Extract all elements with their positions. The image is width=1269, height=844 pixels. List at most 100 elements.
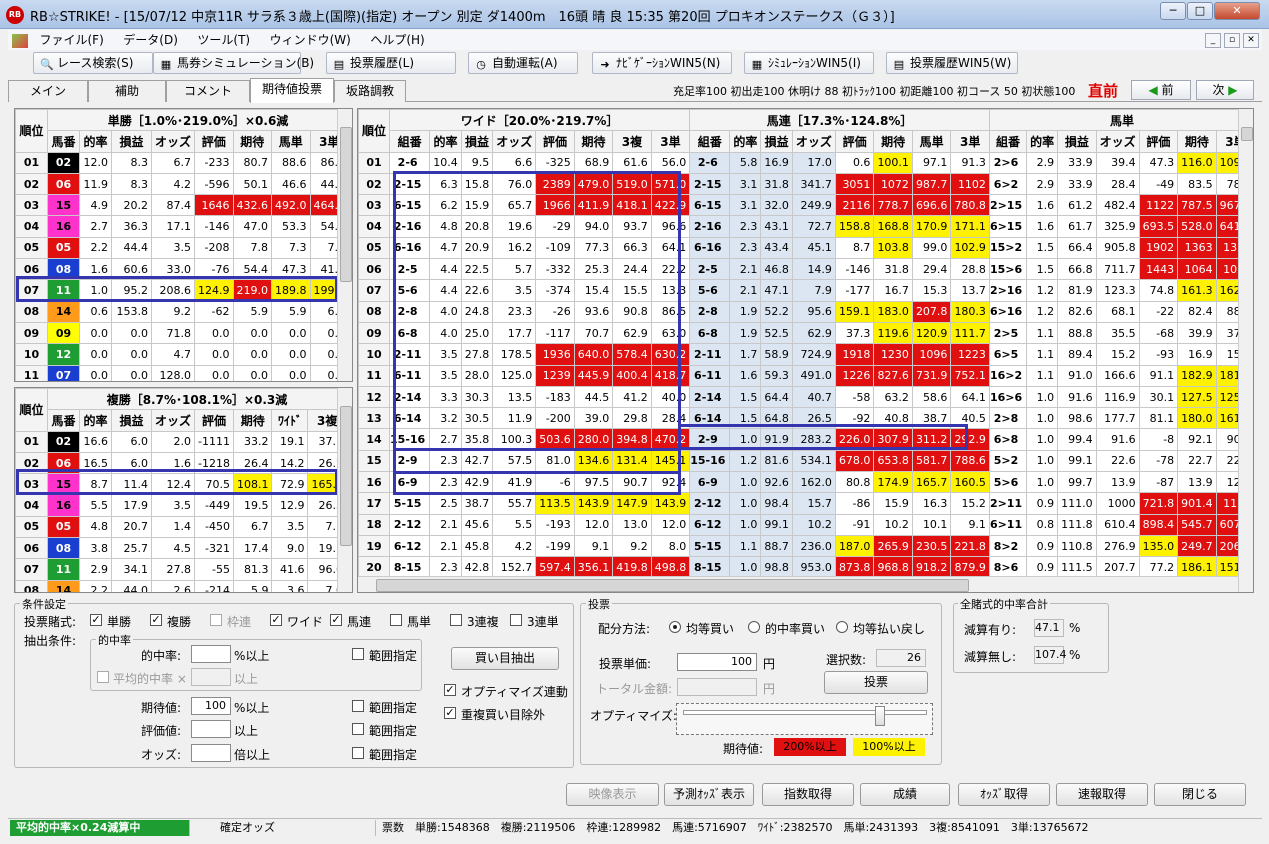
vote-button[interactable]: 投票 — [824, 671, 928, 694]
alloc-equal-payout-radio[interactable] — [836, 621, 848, 633]
column-header[interactable]: 評価 — [194, 409, 234, 432]
bet-type-checkbox[interactable]: ✓ — [270, 614, 282, 626]
table-row[interactable]: 17 5-15 2.5 38.7 55.7 113.5 143.9 147.9 143.9 2-1… — [358, 492, 1253, 515]
optimize-slider-track[interactable] — [676, 703, 933, 735]
column-header[interactable]: 期待 — [232, 130, 273, 153]
table-row[interactable]: 05 6-16 4.7 20.9 16.2 -109 77.3 66.3 64.1 6-16 2.3… — [358, 236, 1253, 260]
column-header[interactable]: オッズ — [150, 409, 196, 432]
ticket-simulation-button[interactable]: ▦ 馬券シミュレーション(B) — [153, 52, 314, 74]
vote-history-button[interactable]: ▤ 投票履歴(L) — [326, 52, 456, 74]
column-header[interactable]: 的率 — [1026, 130, 1059, 153]
mdi-minimize-button[interactable]: _ — [1205, 33, 1221, 48]
table-row[interactable]: 15 2-9 2.3 42.7 57.5 81.0 134.6 131.4 145.1 15-16… — [358, 449, 1253, 473]
column-header[interactable]: オッズ — [492, 130, 537, 153]
optimize-slider-thumb[interactable] — [875, 706, 885, 726]
win-table-scrollbar[interactable] — [337, 109, 352, 381]
navigation-win5-button[interactable]: ➜ ﾅﾋﾞｹﾞｰｼｮﾝWIN5(N) — [592, 52, 732, 74]
combination-vertical-scrollbar[interactable] — [1238, 109, 1253, 592]
table-row[interactable]: 03 15 4.9 20.2 87.4 1646 432.6 492.0 464.6 — [15, 194, 350, 217]
predicted-odds-button[interactable]: 予測ｵｯｽﾞ表示 — [664, 783, 754, 806]
table-row[interactable]: 02 06 16.5 6.0 1.6 -1218 26.4 14.2 26.7 — [15, 451, 347, 475]
column-header[interactable]: 馬番 — [47, 130, 80, 153]
column-header[interactable]: 組番 — [389, 130, 431, 153]
mdi-close-button[interactable]: ✕ — [1243, 33, 1259, 48]
column-header[interactable]: 馬番 — [47, 409, 80, 432]
menu-window[interactable]: ウィンドウ(W) — [262, 30, 359, 50]
table-row[interactable]: 02 06 11.9 8.3 4.2 -596 50.1 46.6 44.5 — [15, 172, 350, 196]
column-header[interactable]: 馬単 — [911, 130, 952, 153]
expect-input[interactable]: 100 — [191, 697, 231, 715]
table-row[interactable]: 01 2-6 10.4 9.5 6.6 -325 68.9 61.6 56.0 2-6 5.8 16.… — [358, 151, 1253, 174]
place-table-scrollbar[interactable] — [337, 388, 352, 592]
dedupe-checkbox[interactable]: ✓ — [444, 707, 456, 719]
vote-history-win5-button[interactable]: ▤ 投票履歴WIN5(W) — [886, 52, 1018, 74]
get-index-button[interactable]: 指数取得 — [762, 783, 854, 806]
table-row[interactable]: 04 2-16 4.8 20.8 19.6 -29 94.0 93.7 96.6 2-16 2.3 4… — [358, 215, 1253, 238]
table-row[interactable]: 01 02 12.0 8.3 6.7 -233 80.7 88.6 86.3 — [15, 151, 350, 174]
column-header[interactable]: 期待 — [232, 409, 273, 432]
column-header[interactable]: オッズ — [791, 130, 836, 153]
table-row[interactable]: 04 16 5.5 17.9 3.5 -449 19.5 12.9 26.5 — [15, 494, 347, 517]
table-row[interactable]: 06 2-5 4.4 22.5 5.7 -332 25.3 24.4 22.2 2-5 2.1 46.… — [358, 258, 1253, 281]
alloc-hitrate-radio[interactable] — [748, 621, 760, 633]
column-header[interactable]: 損益 — [111, 130, 152, 153]
table-row[interactable]: 05052.244.43.5-2087.87.37.0 — [15, 236, 350, 260]
mdi-restore-button[interactable]: ▫ — [1224, 33, 1240, 48]
table-row[interactable]: 04 16 2.7 36.3 17.1 -146 47.0 53.3 54.5 — [15, 215, 350, 238]
avg-hit-checkbox[interactable] — [97, 671, 109, 683]
column-header[interactable]: 馬単 — [271, 130, 311, 153]
table-row[interactable]: 07 5-6 4.4 22.6 3.5 -374 15.4 15.5 13.3 5-6 2.1 47.… — [358, 279, 1253, 302]
get-odds-button[interactable]: ｵｯｽﾞ取得 — [958, 783, 1050, 806]
table-row[interactable]: 07 11 1.0 95.2 208.6 124.9 219.0 189.8 199.9 — [15, 279, 350, 302]
table-row[interactable]: 06 08 1.6 60.6 33.0 -76 54.4 47.3 41.3 — [15, 258, 350, 281]
app-menu-icon[interactable] — [12, 34, 28, 48]
column-header[interactable]: オッズ — [1095, 130, 1140, 153]
tab-support[interactable]: 補助 — [88, 80, 166, 102]
table-row[interactable]: 19 6-12 2.1 45.8 4.2 -199 9.1 9.2 8.0 5-15 1.1 88.7… — [358, 534, 1253, 558]
expect-range-checkbox[interactable] — [352, 700, 364, 712]
bet-type-checkbox[interactable] — [210, 614, 222, 626]
table-row[interactable]: 13 6-14 3.2 30.5 11.9 -200 39.0 29.8 28.4 6-14 1.5… — [358, 407, 1253, 430]
table-row[interactable]: 10120.00.04.70.00.00.00.0 — [15, 343, 350, 366]
odds-input[interactable] — [191, 744, 231, 762]
column-header[interactable]: 的率 — [729, 130, 762, 153]
column-header[interactable]: 損益 — [460, 130, 494, 153]
auto-run-button[interactable]: ◷ 自動運転(A) — [468, 52, 578, 74]
table-row[interactable]: 11 6-11 3.5 28.0 125.0 1239 445.9 400.4 418.7 6-1… — [358, 364, 1253, 387]
avg-hit-input[interactable] — [191, 668, 231, 686]
column-header[interactable]: 損益 — [760, 130, 793, 153]
column-header[interactable]: 組番 — [988, 130, 1028, 153]
bet-type-checkbox[interactable] — [390, 614, 402, 626]
unit-price-input[interactable]: 100 — [677, 653, 757, 671]
table-row[interactable]: 01 02 16.6 6.0 2.0 -1111 33.2 19.1 37.1 — [15, 430, 347, 453]
close-window-button[interactable]: ✕ — [1214, 2, 1260, 20]
results-button[interactable]: 成績 — [860, 783, 950, 806]
minimize-button[interactable]: ─ — [1160, 2, 1186, 20]
combination-horizontal-scrollbar[interactable] — [358, 576, 1238, 592]
table-row[interactable]: 06 08 3.8 25.7 4.5 -321 17.4 9.0 19.1 — [15, 537, 347, 560]
hit-rate-range-checkbox[interactable] — [352, 648, 364, 660]
table-row[interactable]: 08 2-8 4.0 24.8 23.3 -26 93.6 90.8 86.5 2-8 1.9 52.… — [358, 300, 1253, 323]
table-row[interactable]: 09 6-8 4.0 25.0 17.7 -117 70.7 62.9 63.0 6-8 1.9 52… — [358, 321, 1253, 345]
tab-expected-value-vote[interactable]: 期待値投票 — [250, 78, 334, 103]
table-row[interactable]: 02 2-15 6.3 15.8 76.0 2389 479.0 519.0 571.0 2-15… — [358, 172, 1253, 196]
eval-range-checkbox[interactable] — [352, 723, 364, 735]
bet-type-checkbox[interactable]: ✓ — [150, 614, 162, 626]
optimize-link-checkbox[interactable]: ✓ — [444, 684, 456, 696]
close-button[interactable]: 閉じる — [1154, 783, 1246, 806]
scroll-thumb[interactable] — [340, 127, 352, 282]
column-header[interactable]: 評価 — [834, 130, 875, 153]
table-row[interactable]: 09090.00.071.80.00.00.00.0 — [15, 321, 350, 345]
video-display-button[interactable]: 映像表示 — [566, 783, 659, 806]
table-row[interactable]: 18 2-12 2.1 45.6 5.5 -193 12.0 13.0 12.0 6-12 1.0 9… — [358, 513, 1253, 536]
column-header[interactable]: 損益 — [1057, 130, 1097, 153]
table-row[interactable]: 08140.6153.89.2-625.95.96.3 — [15, 300, 350, 323]
maximize-button[interactable]: □ — [1187, 2, 1213, 20]
tab-hill-training[interactable]: 坂路調教 — [334, 80, 406, 102]
column-header[interactable]: 組番 — [689, 130, 731, 153]
table-row[interactable]: 10 2-11 3.5 27.8 178.5 1936 640.0 578.4 630.2 2-1… — [358, 343, 1253, 366]
table-row[interactable]: 08 14 2.2 44.0 2.6 -214 5.9 3.6 7.0 — [15, 579, 347, 592]
prev-race-button[interactable]: ◀ 前 — [1131, 80, 1191, 100]
column-header[interactable]: 評価 — [1138, 130, 1179, 153]
menu-help[interactable]: ヘルプ(H) — [362, 30, 432, 50]
